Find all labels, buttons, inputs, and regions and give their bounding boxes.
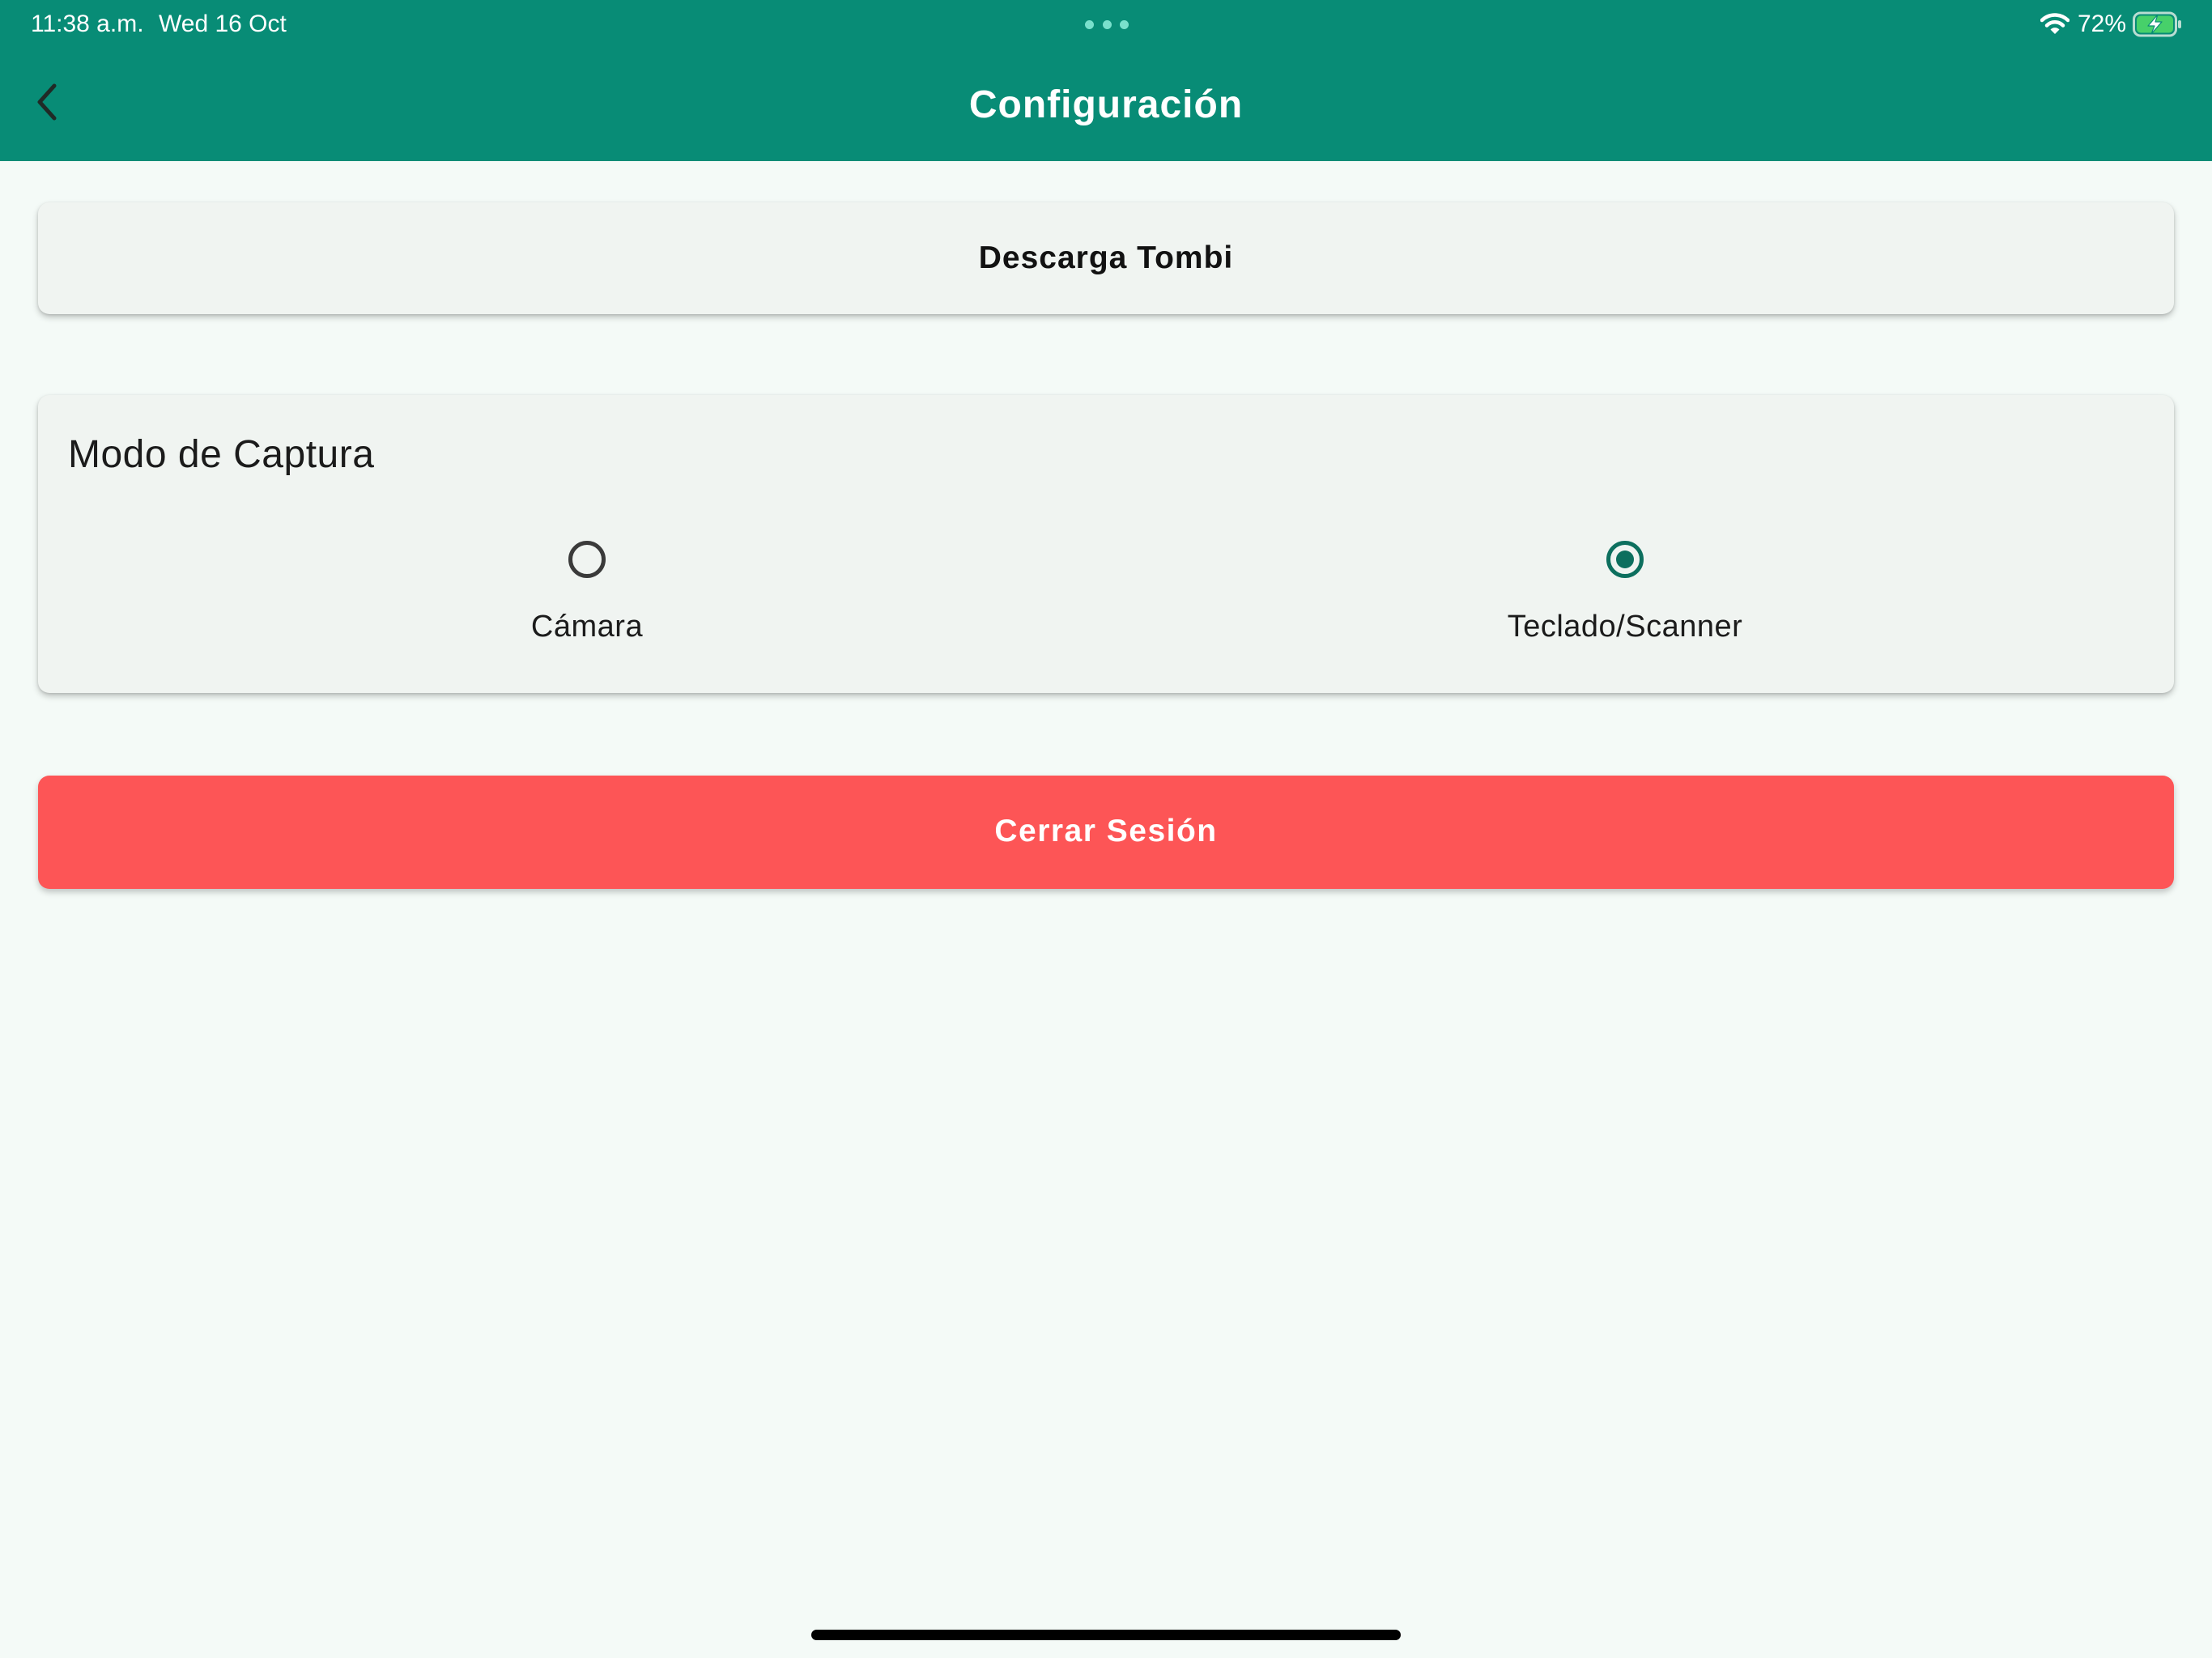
download-tombi-label: Descarga Tombi bbox=[978, 240, 1234, 275]
status-date: Wed 16 Oct bbox=[159, 11, 287, 37]
keyboard-scanner-radio[interactable] bbox=[1606, 541, 1644, 578]
home-indicator[interactable] bbox=[811, 1630, 1401, 1640]
wifi-icon bbox=[2040, 13, 2069, 34]
multitasking-dots-icon[interactable] bbox=[1085, 20, 1129, 30]
logout-button[interactable]: Cerrar Sesión bbox=[38, 776, 2174, 889]
page-title: Configuración bbox=[968, 83, 1244, 126]
download-tombi-button[interactable]: Descarga Tombi bbox=[38, 202, 2174, 314]
app-header: 11:38 a.m. Wed 16 Oct 72% Configuración bbox=[0, 0, 2212, 161]
capture-mode-title: Modo de Captura bbox=[68, 433, 375, 476]
keyboard-scanner-option-label: Teclado/Scanner bbox=[1507, 610, 1743, 644]
capture-mode-card: Modo de Captura Cámara Teclado/Scanner bbox=[38, 395, 2174, 693]
logout-label: Cerrar Sesión bbox=[994, 814, 1218, 848]
camera-option[interactable]: Cámara bbox=[344, 541, 830, 670]
camera-option-label: Cámara bbox=[530, 610, 644, 644]
status-time: 11:38 a.m. bbox=[31, 11, 144, 37]
battery-charging-icon bbox=[2133, 11, 2181, 37]
camera-radio[interactable] bbox=[568, 541, 606, 578]
keyboard-scanner-option[interactable]: Teclado/Scanner bbox=[1382, 541, 1868, 670]
battery-percentage: 72% bbox=[2078, 11, 2127, 37]
